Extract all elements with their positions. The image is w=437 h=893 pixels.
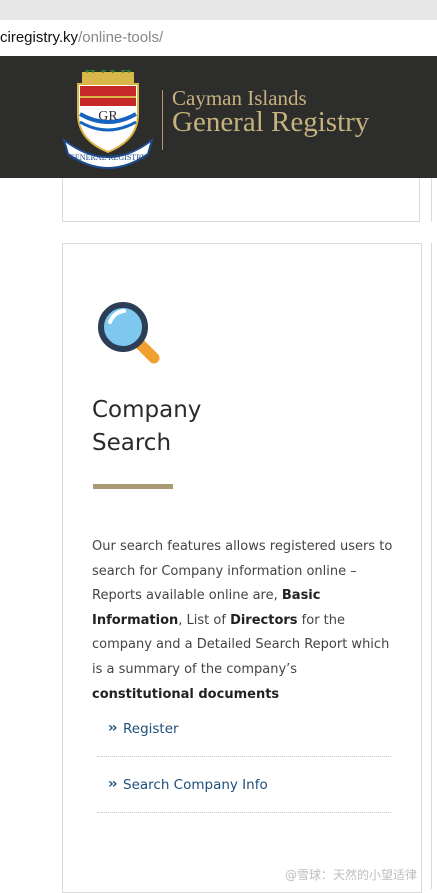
brand-title-large[interactable]: General Registry: [172, 106, 369, 139]
desc-bold-constitutional-documents: constitutional documents: [92, 686, 280, 702]
desc-text: Our search features allows registered us…: [92, 539, 393, 604]
title-underline: [93, 484, 173, 489]
double-chevron-right-icon: ››: [108, 776, 117, 792]
card-title-line2: Search: [92, 430, 172, 456]
browser-top-strip: [0, 0, 437, 20]
crest-logo[interactable]: GR GENERAL REGISTRY: [60, 70, 156, 170]
double-chevron-right-icon: ››: [108, 720, 117, 736]
crest-initials: GR: [98, 109, 118, 124]
site-header: GR GENERAL REGISTRY Cayman Islands Gener…: [0, 56, 437, 178]
card-title-line1: Company: [92, 397, 202, 423]
watermark: @雪球：天然的小望适律: [285, 868, 418, 882]
adjacent-card-edge: [431, 178, 432, 222]
register-link[interactable]: ›› Register: [97, 703, 391, 757]
desc-bold-directors: Directors: [230, 612, 298, 628]
desc-text: , List of: [178, 612, 231, 628]
crest-label: GENERAL REGISTRY: [69, 153, 147, 162]
url-host: ciregistry.ky: [0, 29, 79, 46]
address-bar[interactable]: ciregistry.ky/online-tools/: [0, 20, 437, 55]
card-description: Our search features allows registered us…: [92, 535, 397, 707]
search-company-info-link-label[interactable]: Search Company Info: [123, 777, 268, 793]
magnifier-icon: [98, 302, 160, 364]
url-path: /online-tools/: [78, 29, 164, 46]
adjacent-card-edge: [431, 243, 432, 889]
register-link-label[interactable]: Register: [123, 721, 179, 737]
brand-divider: [162, 90, 163, 150]
card-title: Company Search: [92, 394, 332, 460]
search-company-info-link[interactable]: ›› Search Company Info: [97, 759, 391, 813]
previous-card: [62, 178, 420, 222]
